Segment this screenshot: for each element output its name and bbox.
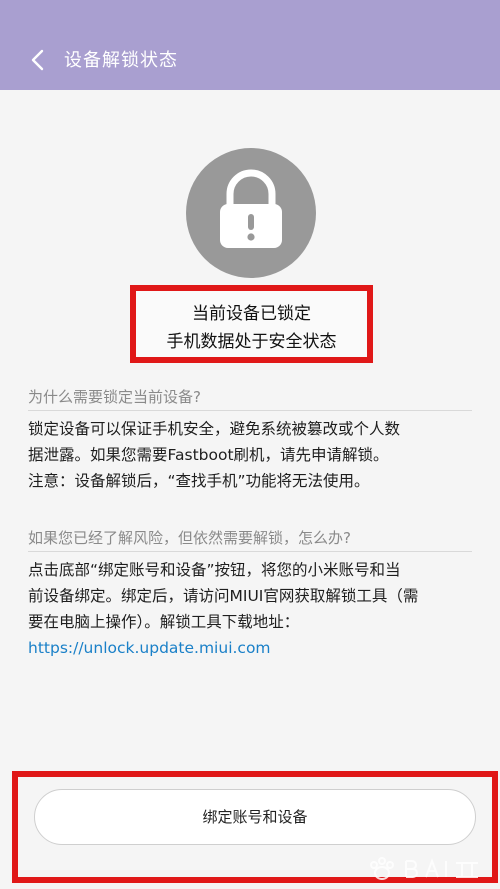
why-lock-line-1: 锁定设备可以保证手机安全，避免系统被篡改或个人数 — [28, 420, 401, 438]
unlock-status-screen: 设备解锁状态 当前设备已锁定 手机数据处于安全状态 为什么需要锁定当前设备? 锁… — [0, 0, 500, 889]
why-lock-line-2: 据泄露。如果您需要Fastboot刷机，请先申请解锁。 — [28, 446, 389, 464]
unlock-tool-link[interactable]: https://unlock.update.miui.com — [28, 635, 476, 661]
page-title: 设备解锁状态 — [64, 50, 178, 71]
why-lock-heading: 为什么需要锁定当前设备? — [28, 388, 201, 406]
how-unlock-line-2: 前设备绑定。绑定后，请访问MIUI官网获取解锁工具（需 — [28, 587, 419, 605]
how-unlock-heading: 如果您已经了解风险，但依然需要解锁，怎么办? — [28, 529, 351, 547]
section-divider — [28, 551, 472, 552]
bind-account-device-button[interactable]: 绑定账号和设备 — [34, 789, 476, 845]
padlock-icon — [186, 148, 316, 278]
title-bar: 设备解锁状态 — [0, 0, 500, 90]
watermark-logo — [370, 857, 478, 880]
lock-badge — [186, 148, 316, 278]
status-line-locked: 当前设备已锁定 — [192, 304, 311, 324]
why-lock-text: 锁定设备可以保证手机安全，避免系统被篡改或个人数 据泄露。如果您需要Fastbo… — [28, 416, 476, 494]
why-lock-line-3: 注意：设备解锁后，“查找手机”功能将无法使用。 — [28, 472, 370, 490]
how-unlock-line-1: 点击底部“绑定账号和设备”按钮，将您的小米账号和当 — [28, 561, 401, 579]
chevron-left-icon[interactable] — [28, 48, 48, 72]
how-unlock-line-3: 要在电脑上操作）。解锁工具下载地址： — [28, 613, 300, 631]
how-unlock-text: 点击底部“绑定账号和设备”按钮，将您的小米账号和当 前设备绑定。绑定后，请访问M… — [28, 557, 476, 661]
lock-status-highlight: 当前设备已锁定 手机数据处于安全状态 — [130, 285, 373, 363]
section-divider — [28, 410, 472, 411]
status-line-secure: 手机数据处于安全状态 — [166, 332, 337, 352]
